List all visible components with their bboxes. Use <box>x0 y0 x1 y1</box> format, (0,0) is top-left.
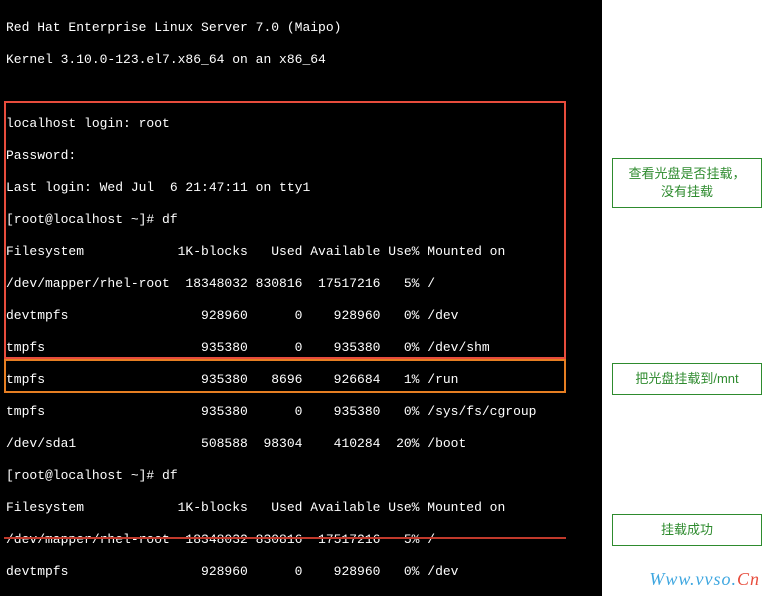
watermark-part: W <box>649 569 665 589</box>
login-prompt: localhost login: root <box>6 116 596 132</box>
watermark-part: ww. <box>665 569 695 589</box>
terminal[interactable]: Red Hat Enterprise Linux Server 7.0 (Mai… <box>0 0 602 596</box>
df-cmd-2: [root@localhost ~]# df <box>6 468 596 484</box>
annotation-text: 没有挂载 <box>661 184 713 199</box>
watermark-part: Cn <box>737 569 760 589</box>
watermark-part: vvso. <box>696 569 737 589</box>
kernel-line: Kernel 3.10.0-123.el7.x86_64 on an x86_6… <box>6 52 596 68</box>
watermark: Www.vvso.Cn <box>649 569 760 590</box>
df-row: devtmpfs 928960 0 928960 0% /dev <box>6 308 596 324</box>
annotation-mount-success: 挂载成功 <box>612 514 762 546</box>
df-row: devtmpfs 928960 0 928960 0% /dev <box>6 564 596 580</box>
password-prompt: Password: <box>6 148 596 164</box>
annotation-check-mount: 查看光盘是否挂载， 没有挂载 <box>612 158 762 208</box>
df-row: /dev/sda1 508588 98304 410284 20% /boot <box>6 436 596 452</box>
df-row: /dev/mapper/rhel-root 18348032 830816 17… <box>6 532 596 548</box>
df-row: tmpfs 935380 0 935380 0% /dev/shm <box>6 340 596 356</box>
df-cmd-1: [root@localhost ~]# df <box>6 212 596 228</box>
annotation-mount-to-mnt: 把光盘挂载到/mnt <box>612 363 762 395</box>
df-row: tmpfs 935380 0 935380 0% /sys/fs/cgroup <box>6 404 596 420</box>
annotation-text: 查看光盘是否挂载， <box>628 166 745 181</box>
df-row: tmpfs 935380 8696 926684 1% /run <box>6 372 596 388</box>
df-row: /dev/mapper/rhel-root 18348032 830816 17… <box>6 276 596 292</box>
df-header-2: Filesystem 1K-blocks Used Available Use%… <box>6 500 596 516</box>
df-header-1: Filesystem 1K-blocks Used Available Use%… <box>6 244 596 260</box>
last-login: Last login: Wed Jul 6 21:47:11 on tty1 <box>6 180 596 196</box>
blank-line <box>6 84 596 100</box>
annotation-text: 挂载成功 <box>661 521 713 539</box>
annotation-text: 把光盘挂载到/mnt <box>635 370 738 388</box>
header-line: Red Hat Enterprise Linux Server 7.0 (Mai… <box>6 20 596 36</box>
